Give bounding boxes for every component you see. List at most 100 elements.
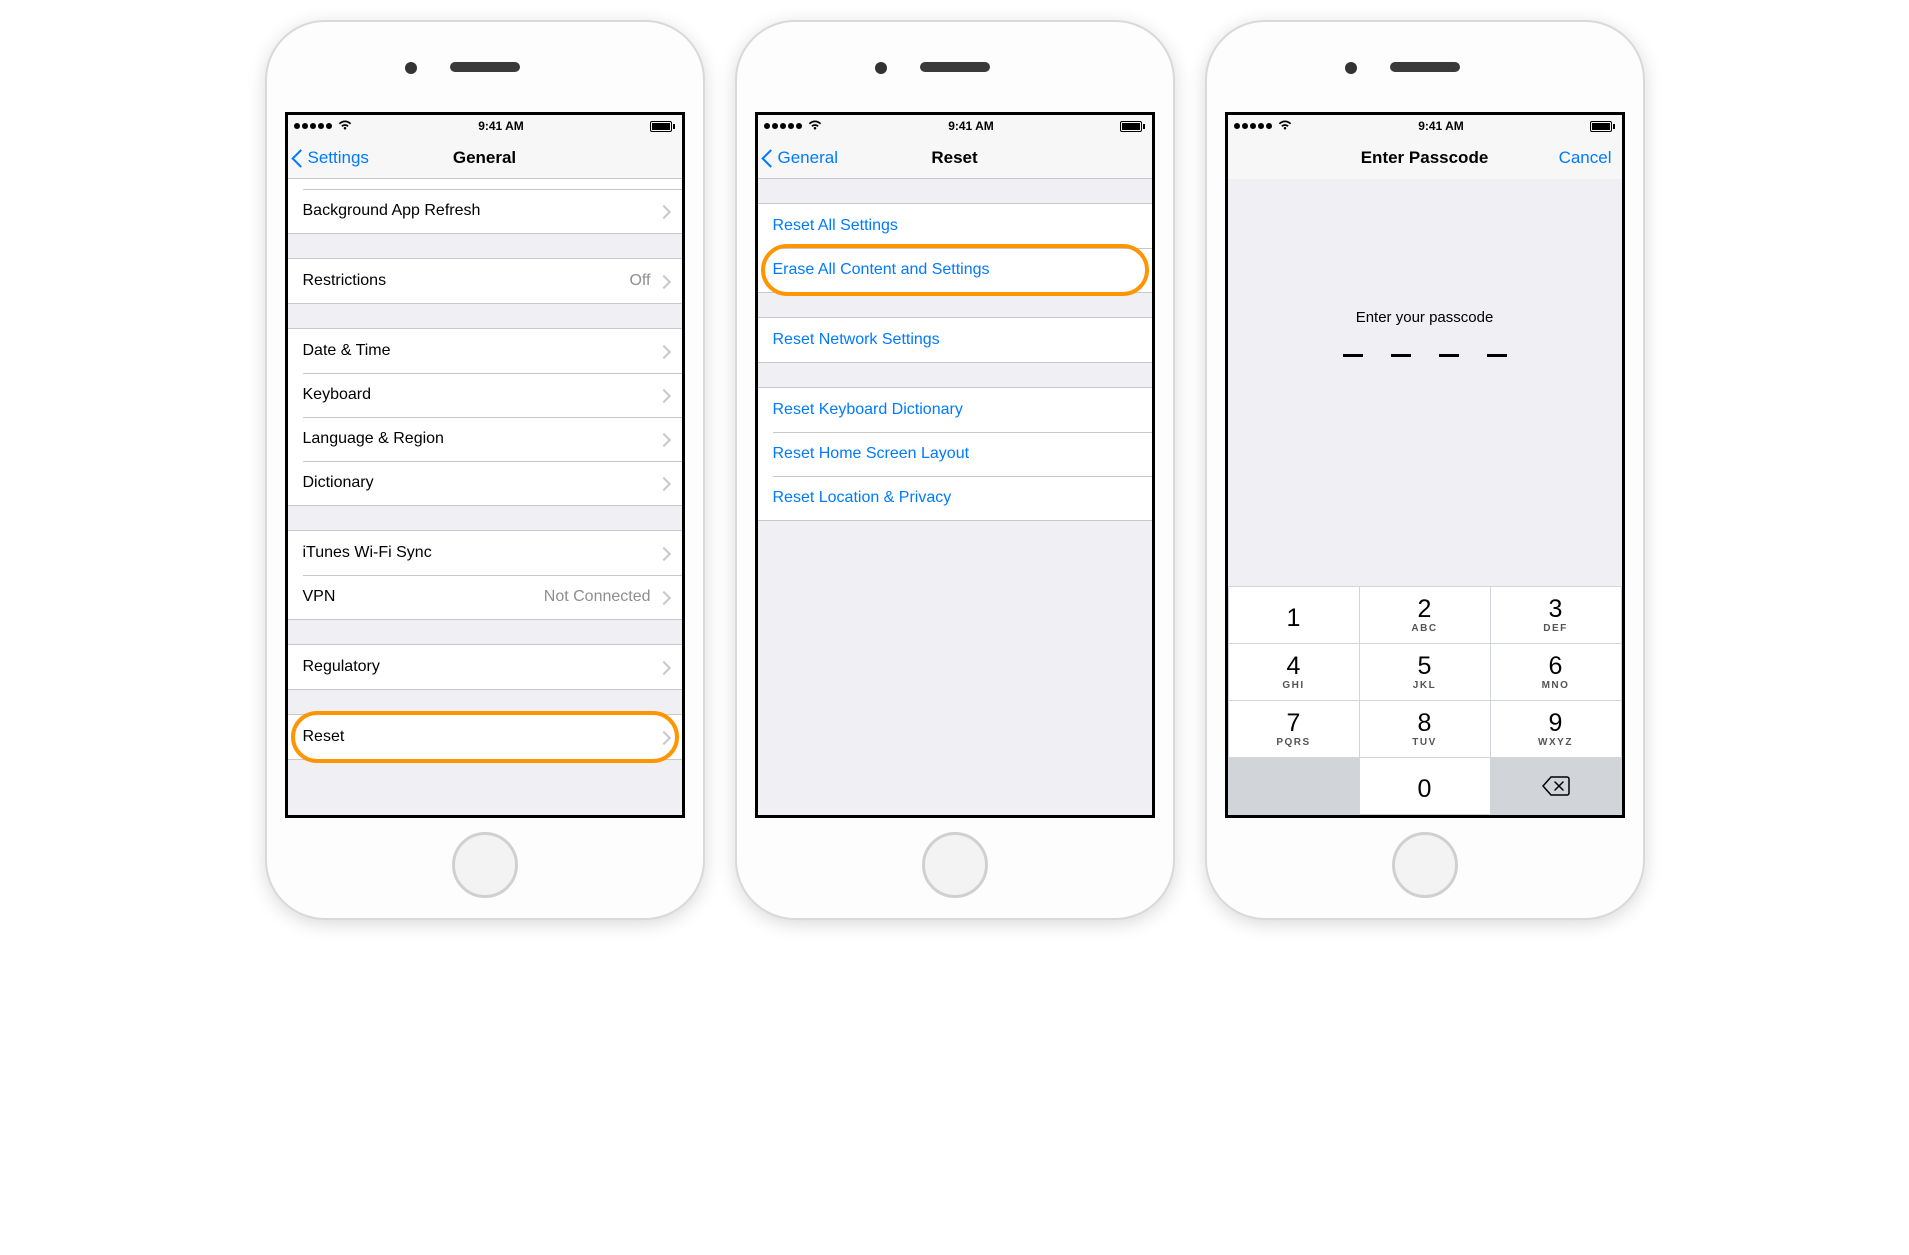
phone-general: 9:41 AM Settings General Storage & iClou… [265, 20, 705, 920]
signal-icon [764, 119, 822, 133]
row-language-region[interactable]: Language & Region [288, 417, 682, 461]
row-dictionary[interactable]: Dictionary [288, 461, 682, 505]
reset-content: Reset All Settings Erase All Content and … [758, 179, 1152, 815]
back-button[interactable]: Settings [294, 148, 369, 168]
key-number: 5 [1418, 654, 1432, 679]
keypad-0[interactable]: 0 [1360, 758, 1490, 814]
keypad-2[interactable]: 2ABC [1360, 587, 1490, 643]
row-storage-icloud-usage[interactable]: Storage & iCloud Usage [288, 179, 682, 189]
row-label: Reset Network Settings [773, 331, 940, 349]
settings-group: Regulatory [288, 644, 682, 690]
row-label: Reset Home Screen Layout [773, 445, 970, 463]
row-label: Reset Keyboard Dictionary [773, 401, 963, 419]
key-letters: WXYZ [1538, 737, 1573, 748]
keypad-6[interactable]: 6MNO [1491, 644, 1621, 700]
row-right [659, 731, 667, 744]
key-number: 3 [1549, 597, 1563, 622]
row-reset-network-settings[interactable]: Reset Network Settings [758, 318, 1152, 362]
row-label: iTunes Wi-Fi Sync [303, 544, 432, 562]
key-letters: DEF [1543, 623, 1568, 634]
settings-group: Reset All Settings Erase All Content and … [758, 203, 1152, 293]
nav-title: Reset [931, 148, 977, 168]
keypad-3[interactable]: 3DEF [1491, 587, 1621, 643]
row-reset-home-screen-layout[interactable]: Reset Home Screen Layout [758, 432, 1152, 476]
chevron-left-icon [764, 148, 776, 168]
keypad-7[interactable]: 7PQRS [1229, 701, 1359, 757]
status-bar: 9:41 AM [1228, 115, 1622, 137]
key-number: 8 [1418, 711, 1432, 736]
key-letters: PQRS [1276, 737, 1310, 748]
row-background-app-refresh[interactable]: Background App Refresh [288, 189, 682, 233]
nav-bar: Settings General [288, 137, 682, 179]
row-vpn[interactable]: VPNNot Connected [288, 575, 682, 619]
keypad-blank [1229, 758, 1359, 814]
phone-passcode: 9:41 AM Enter Passcode Cancel Enter your… [1205, 20, 1645, 920]
row-right [659, 661, 667, 674]
phone-reset: 9:41 AM General Reset Reset All Settings… [735, 20, 1175, 920]
row-label: Erase All Content and Settings [773, 261, 990, 279]
row-reset-location-privacy[interactable]: Reset Location & Privacy [758, 476, 1152, 520]
passcode-dash [1487, 354, 1507, 357]
row-right: Not Connected [544, 588, 667, 606]
row-regulatory[interactable]: Regulatory [288, 645, 682, 689]
key-number: 7 [1287, 711, 1301, 736]
battery-icon [1590, 121, 1615, 132]
key-number: 9 [1549, 711, 1563, 736]
phone-speaker [450, 62, 520, 72]
key-number: 0 [1418, 777, 1432, 802]
keypad-9[interactable]: 9WXYZ [1491, 701, 1621, 757]
keypad-1[interactable]: 1 [1229, 587, 1359, 643]
passcode-area: Enter your passcode [1228, 179, 1622, 586]
passcode-dash [1391, 354, 1411, 357]
row-erase-all-content-and-settings[interactable]: Erase All Content and Settings [758, 248, 1152, 292]
row-label: Keyboard [303, 386, 372, 404]
home-button[interactable] [452, 832, 518, 898]
nav-title: General [453, 148, 516, 168]
nav-bar: Enter Passcode Cancel [1228, 137, 1622, 179]
key-letters: MNO [1542, 680, 1570, 691]
row-label: Restrictions [303, 272, 387, 290]
row-label: Reset Location & Privacy [773, 489, 952, 507]
keypad-5[interactable]: 5JKL [1360, 644, 1490, 700]
settings-group: Storage & iCloud UsageBackground App Ref… [288, 179, 682, 234]
settings-group: Reset Keyboard Dictionary Reset Home Scre… [758, 387, 1152, 521]
row-reset-keyboard-dictionary[interactable]: Reset Keyboard Dictionary [758, 388, 1152, 432]
row-label: Regulatory [303, 658, 380, 676]
home-button[interactable] [922, 832, 988, 898]
key-number: 6 [1549, 654, 1563, 679]
row-keyboard[interactable]: Keyboard [288, 373, 682, 417]
row-itunes-wi-fi-sync[interactable]: iTunes Wi-Fi Sync [288, 531, 682, 575]
row-reset[interactable]: Reset [288, 715, 682, 759]
row-date-time[interactable]: Date & Time [288, 329, 682, 373]
row-right [659, 433, 667, 446]
home-button[interactable] [1392, 832, 1458, 898]
chevron-right-icon [659, 205, 667, 218]
key-letters: TUV [1412, 737, 1437, 748]
key-letters: GHI [1282, 680, 1304, 691]
status-bar: 9:41 AM [288, 115, 682, 137]
passcode-field [1343, 354, 1507, 357]
wifi-icon [338, 119, 352, 133]
keypad-8[interactable]: 8TUV [1360, 701, 1490, 757]
keypad-backspace[interactable] [1491, 758, 1621, 814]
screen-reset: 9:41 AM General Reset Reset All Settings… [755, 112, 1155, 818]
passcode-dash [1439, 354, 1459, 357]
cancel-button[interactable]: Cancel [1559, 148, 1612, 168]
phone-camera [875, 62, 887, 74]
row-value: Off [629, 272, 650, 290]
passcode-prompt: Enter your passcode [1356, 309, 1494, 326]
row-value: Not Connected [544, 588, 651, 606]
numeric-keypad: 12ABC3DEF4GHI5JKL6MNO7PQRS8TUV9WXYZ0 [1228, 586, 1622, 815]
keypad-4[interactable]: 4GHI [1229, 644, 1359, 700]
row-label: Dictionary [303, 474, 374, 492]
status-time: 9:41 AM [1418, 119, 1464, 133]
row-restrictions[interactable]: Restrictions Off [288, 259, 682, 303]
row-reset-all-settings[interactable]: Reset All Settings [758, 204, 1152, 248]
status-bar: 9:41 AM [758, 115, 1152, 137]
settings-group: Restrictions Off [288, 258, 682, 304]
chevron-right-icon [659, 591, 667, 604]
highlight-ring [291, 711, 679, 763]
battery-icon [1120, 121, 1145, 132]
back-button[interactable]: General [764, 148, 838, 168]
backspace-icon [1542, 776, 1570, 796]
